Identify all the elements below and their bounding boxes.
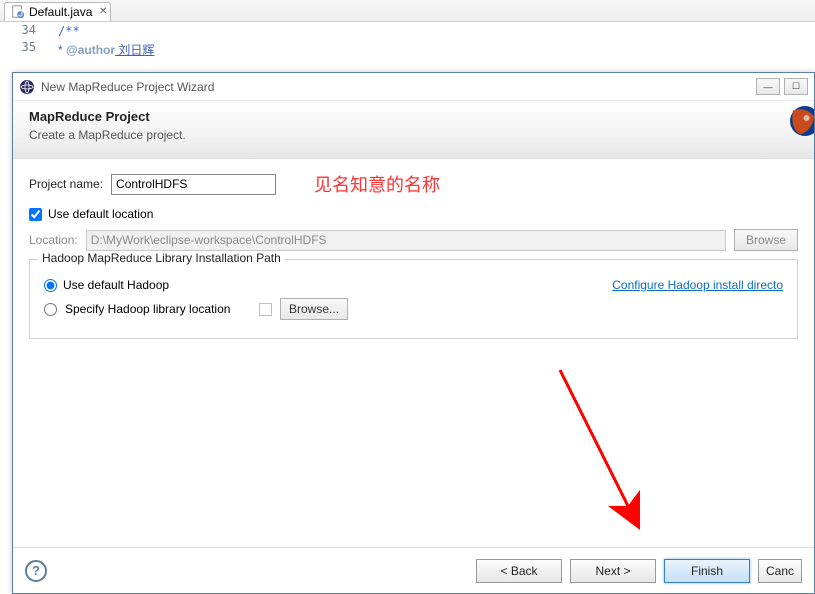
use-default-location-row: Use default location: [29, 207, 798, 221]
minimize-button[interactable]: —: [756, 78, 780, 95]
specify-hadoop-label: Specify Hadoop library location: [65, 302, 251, 316]
project-name-label: Project name:: [29, 177, 103, 191]
banner-icon: [784, 103, 814, 147]
banner-description: Create a MapReduce project.: [29, 128, 798, 142]
banner-title: MapReduce Project: [29, 109, 798, 124]
line-number-gutter: 34 35: [0, 22, 44, 56]
group-title: Hadoop MapReduce Library Installation Pa…: [38, 251, 285, 265]
use-default-location-checkbox[interactable]: [29, 208, 42, 221]
wizard-banner: MapReduce Project Create a MapReduce pro…: [13, 101, 814, 159]
code-line-35[interactable]: * @author 刘日辉: [58, 41, 154, 58]
button-bar: ? < Back Next > Finish Canc: [13, 547, 814, 593]
configure-hadoop-link[interactable]: Configure Hadoop install directo: [612, 278, 783, 292]
use-default-hadoop-label: Use default Hadoop: [63, 278, 169, 292]
browse-location-button: Browse: [734, 229, 798, 251]
dialog-title: New MapReduce Project Wizard: [41, 80, 214, 94]
tab-title: Default.java: [29, 5, 92, 19]
hadoop-location-input[interactable]: [259, 303, 272, 316]
svg-text:J: J: [18, 7, 23, 19]
close-icon[interactable]: ✕: [99, 6, 107, 17]
project-name-row: Project name: 见名知意的名称: [29, 171, 798, 197]
java-file-icon: J: [11, 5, 25, 19]
location-input: [86, 230, 726, 251]
window-controls: — ☐: [756, 78, 808, 95]
help-icon[interactable]: ?: [25, 560, 47, 582]
cancel-button[interactable]: Canc: [758, 559, 802, 583]
wizard-content: Project name: 见名知意的名称 Use default locati…: [13, 159, 814, 351]
specify-hadoop-radio[interactable]: [44, 303, 57, 316]
annotation-text: 见名知意的名称: [314, 171, 440, 197]
maximize-button[interactable]: ☐: [784, 78, 808, 95]
use-default-hadoop-radio[interactable]: [44, 279, 57, 292]
location-row: Location: Browse: [29, 229, 798, 251]
code-line-34[interactable]: /**: [58, 24, 80, 38]
tab-bar: J Default.java ✕: [0, 0, 815, 22]
editor-background: J Default.java ✕ 34 35 /** * @author 刘日辉…: [0, 0, 815, 594]
use-default-location-label: Use default location: [48, 207, 153, 221]
hadoop-library-group: Hadoop MapReduce Library Installation Pa…: [29, 259, 798, 339]
wizard-dialog: New MapReduce Project Wizard — ☐ MapRedu…: [12, 72, 815, 594]
use-default-hadoop-row: Use default Hadoop Configure Hadoop inst…: [44, 278, 783, 292]
eclipse-icon: [19, 79, 35, 95]
finish-button[interactable]: Finish: [664, 559, 750, 583]
project-name-input[interactable]: [111, 174, 276, 195]
editor-tab[interactable]: J Default.java ✕: [4, 2, 111, 21]
location-label: Location:: [29, 233, 78, 247]
next-button[interactable]: Next >: [570, 559, 656, 583]
specify-hadoop-row: Specify Hadoop library location Browse..…: [44, 298, 783, 320]
back-button[interactable]: < Back: [476, 559, 562, 583]
browse-hadoop-button[interactable]: Browse...: [280, 298, 348, 320]
title-bar[interactable]: New MapReduce Project Wizard — ☐: [13, 73, 814, 101]
